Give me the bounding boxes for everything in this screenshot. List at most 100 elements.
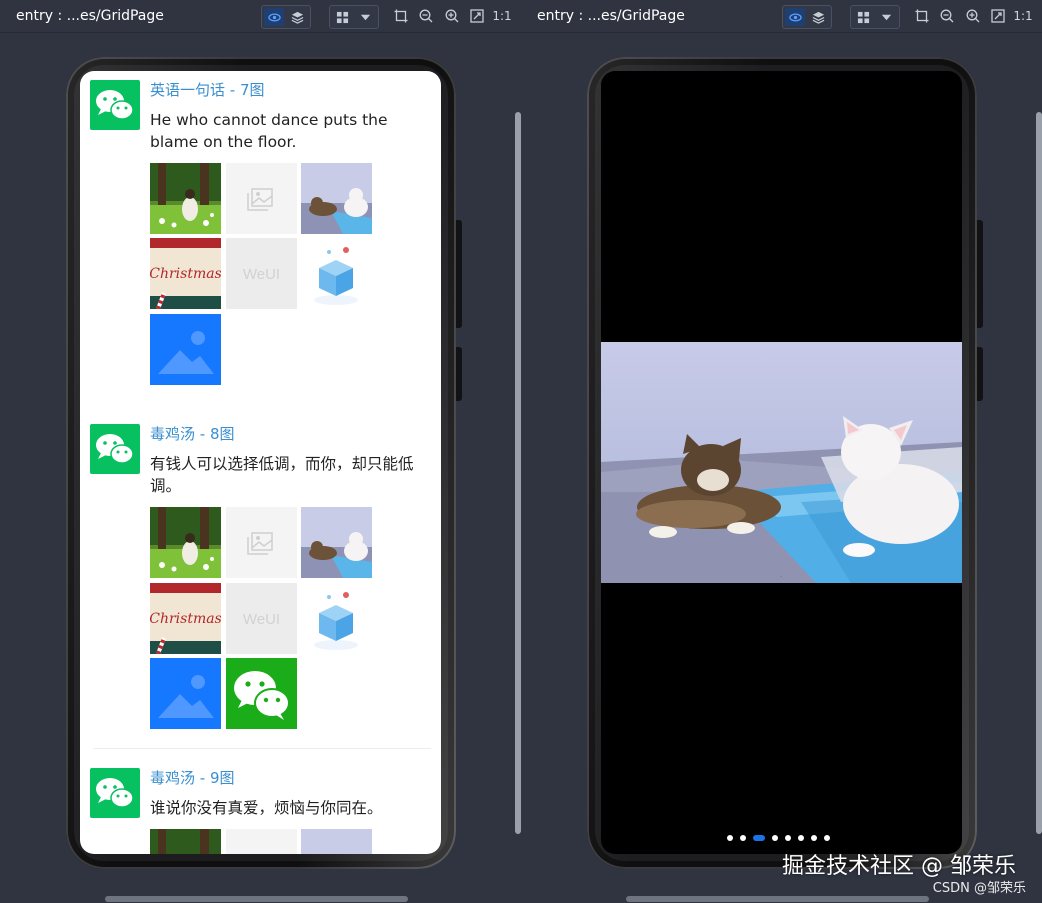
thumbnail-image[interactable] — [150, 163, 221, 234]
zoom-in-button[interactable] — [443, 7, 461, 25]
svg-text:·: · — [780, 574, 781, 579]
inspector-eye-button[interactable] — [785, 8, 805, 26]
thumbnail-image[interactable] — [150, 583, 221, 654]
post-text: 谁说你没有真爱，烦恼与你同在。 — [150, 799, 383, 817]
crop-button[interactable] — [392, 7, 410, 25]
grid-icon-wrap — [332, 8, 352, 26]
dropdown-chevron-wrap — [876, 8, 896, 26]
fit-screen-icon — [991, 9, 1005, 23]
thumbnail-image[interactable] — [150, 238, 221, 309]
feed-screen[interactable]: 英语一句话 - 7图 He who cannot dance puts the … — [80, 71, 441, 854]
horizontal-scrollbar[interactable] — [105, 896, 408, 902]
post-text: 有钱人可以选择低调，而你，却只能低调。 — [150, 455, 414, 495]
thumbnail-image[interactable] — [226, 658, 297, 729]
toolbar-right: entry : ...es/GridPage 1:1 — [520, 0, 1042, 32]
avatar[interactable] — [90, 80, 140, 130]
thumbnail-image[interactable]: WeUI — [226, 238, 297, 309]
page-indicator[interactable] — [727, 835, 830, 841]
thumbnail-image[interactable]: WeUI — [226, 583, 297, 654]
crop-icon — [915, 9, 929, 23]
page-dot[interactable] — [824, 835, 830, 841]
layers-icon — [291, 11, 303, 24]
phone-side-button — [456, 347, 462, 401]
post-title[interactable]: 毒鸡汤 - 9图 — [150, 767, 235, 788]
thumbnail-image[interactable] — [150, 507, 221, 578]
image-icon — [150, 314, 221, 385]
thumbnail-placeholder[interactable] — [226, 829, 297, 854]
thumbnail-image[interactable] — [301, 163, 372, 234]
post-title[interactable]: 英语一句话 - 7图 — [150, 79, 265, 100]
thumbnail-image[interactable] — [301, 829, 372, 854]
page-dot[interactable] — [798, 835, 804, 841]
zoom-out-button[interactable] — [417, 7, 435, 25]
page-dot[interactable] — [785, 835, 791, 841]
inspector-eye-button[interactable] — [264, 8, 284, 26]
page-path-title: entry : ...es/GridPage — [16, 8, 164, 24]
eye-icon — [267, 13, 281, 21]
grid-icon — [857, 11, 869, 23]
thumbnail-image[interactable] — [301, 507, 372, 578]
thumbnail-placeholder[interactable] — [226, 507, 297, 578]
image-viewer-screen[interactable]: · — [601, 71, 962, 854]
chevron-down-icon — [360, 14, 370, 20]
thumbnail-image[interactable] — [301, 238, 372, 309]
device-select-group[interactable] — [329, 5, 379, 29]
fit-screen-button[interactable] — [989, 7, 1007, 25]
crop-button[interactable] — [913, 7, 931, 25]
page-dot[interactable] — [740, 835, 746, 841]
image-placeholder-icon — [226, 163, 297, 234]
avatar[interactable] — [90, 768, 140, 818]
weui-label: WeUI — [243, 266, 280, 283]
image-placeholder-icon — [226, 507, 297, 578]
thumbnail-placeholder[interactable] — [226, 163, 297, 234]
page-dot-active[interactable] — [753, 835, 765, 841]
crop-icon — [394, 9, 408, 23]
zoom-out-button[interactable] — [938, 7, 956, 25]
actual-size-button[interactable]: 1:1 — [1013, 7, 1033, 25]
watermark-sub: CSDN @邹荣乐 — [932, 881, 1026, 896]
fit-screen-icon — [470, 9, 484, 23]
phone-side-button — [456, 220, 462, 328]
feed-post: 毒鸡汤 - 8图 有钱人可以选择低调，而你，却只能低调。 WeUI — [80, 415, 441, 755]
actual-size-button[interactable]: 1:1 — [492, 7, 512, 25]
preview-image[interactable]: · — [601, 342, 962, 583]
zoom-in-button[interactable] — [964, 7, 982, 25]
wechat-icon — [96, 90, 134, 120]
layers-button[interactable] — [287, 8, 307, 26]
avatar[interactable] — [90, 424, 140, 474]
toolbar-left: entry : ...es/GridPage 1:1 — [0, 0, 520, 32]
view-mode-group — [261, 5, 311, 29]
eye-icon — [788, 13, 802, 21]
wechat-icon — [96, 434, 134, 464]
fit-screen-button[interactable] — [468, 7, 486, 25]
thumbnail-image[interactable] — [301, 583, 372, 654]
page-dot[interactable] — [727, 835, 733, 841]
weui-label: WeUI — [243, 611, 280, 628]
thumbnail-image[interactable] — [150, 829, 221, 854]
post-text: He who cannot dance puts the blame on th… — [150, 111, 388, 151]
page-dot[interactable] — [811, 835, 817, 841]
phone-side-button — [977, 347, 983, 401]
horizontal-scrollbar[interactable] — [626, 896, 929, 902]
layers-icon — [812, 11, 824, 24]
feed-post: 毒鸡汤 - 9图 谁说你没有真爱，烦恼与你同在。 — [80, 759, 441, 854]
thumbnail-image[interactable] — [150, 658, 221, 729]
vertical-scrollbar[interactable] — [515, 112, 521, 834]
phone-side-button — [977, 220, 983, 328]
post-title[interactable]: 毒鸡汤 - 8图 — [150, 423, 235, 444]
device-select-group[interactable] — [850, 5, 900, 29]
vertical-scrollbar[interactable] — [1036, 112, 1042, 834]
page-path-title: entry : ...es/GridPage — [537, 8, 685, 24]
grid-icon-wrap — [853, 8, 873, 26]
image-icon — [150, 658, 221, 729]
view-mode-group — [782, 5, 832, 29]
zoom-out-icon — [940, 9, 954, 23]
wechat-icon — [96, 778, 134, 808]
post-divider — [94, 748, 431, 749]
zoom-out-icon — [419, 9, 433, 23]
image-placeholder-icon — [226, 829, 297, 854]
thumbnail-image[interactable] — [150, 314, 221, 385]
page-dot[interactable] — [772, 835, 778, 841]
layers-button[interactable] — [808, 8, 828, 26]
dropdown-chevron-wrap — [355, 8, 375, 26]
